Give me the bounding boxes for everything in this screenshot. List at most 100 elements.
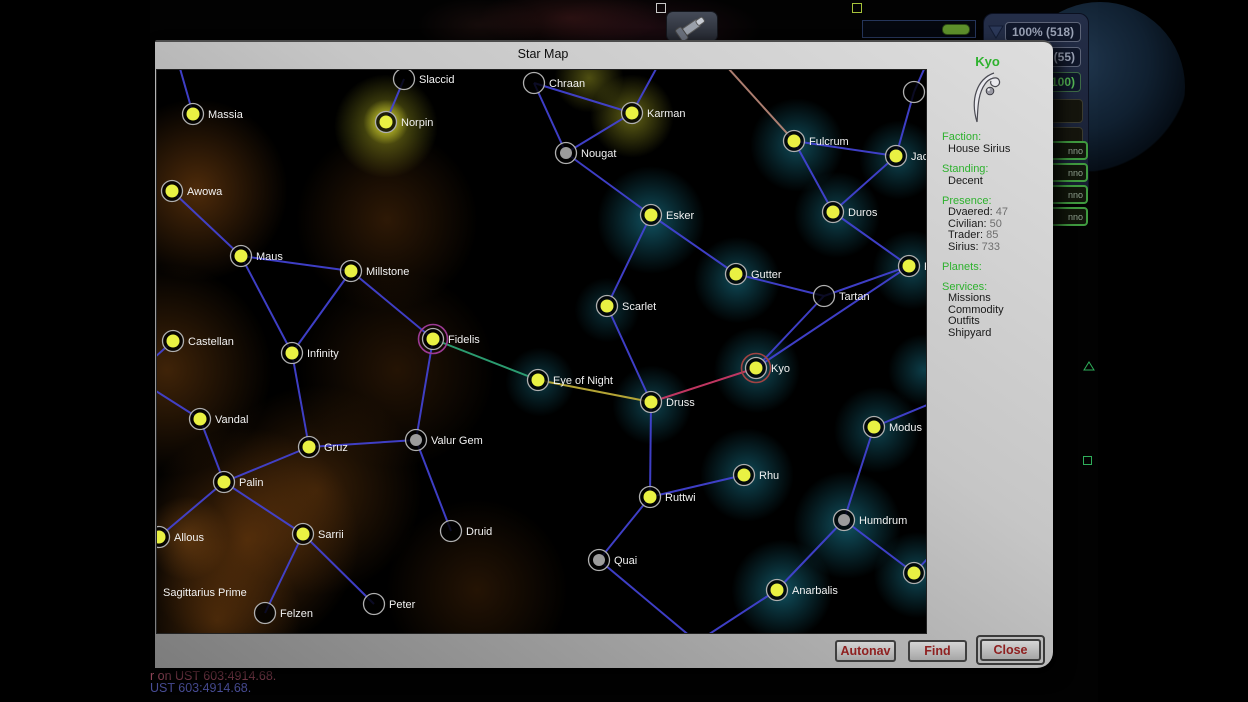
- faction-value: House Sirius: [942, 143, 1047, 155]
- system-rhu[interactable]: Rhu: [734, 465, 780, 486]
- system-label: Slaccid: [419, 74, 454, 86]
- jump-lane: [651, 215, 736, 274]
- find-button[interactable]: Find: [908, 640, 967, 662]
- jump-lane: [224, 482, 303, 534]
- system-star: [410, 434, 422, 446]
- system-quai[interactable]: Quai: [589, 550, 638, 571]
- ship-thumbnail[interactable]: [666, 11, 718, 42]
- star-map-window: Star Map MassiaSlaccidNorpinChraanKarman…: [155, 40, 1053, 668]
- jump-lane: [719, 70, 794, 141]
- system-modus-m[interactable]: Modus M: [864, 417, 927, 438]
- system-star: [194, 413, 207, 426]
- system-druid[interactable]: Druid: [441, 521, 493, 542]
- jump-lane: [607, 306, 651, 402]
- system-ring: [524, 73, 545, 94]
- system-nougat[interactable]: Nougat: [556, 143, 617, 164]
- system-circle-ne[interactable]: [904, 82, 925, 103]
- system-tartan[interactable]: Tartan: [814, 286, 870, 307]
- system-label: Allous: [174, 532, 204, 544]
- jump-lane: [599, 560, 697, 633]
- system-karman[interactable]: Karman: [622, 103, 686, 124]
- system-esker[interactable]: Esker: [641, 205, 695, 226]
- system-gutter[interactable]: Gutter: [726, 264, 782, 285]
- system-gruz[interactable]: Gruz: [299, 437, 348, 458]
- ship-image-icon: [667, 12, 717, 41]
- system-awowa[interactable]: Awowa: [162, 181, 224, 202]
- system-druss[interactable]: Druss: [641, 392, 696, 413]
- system-vandal[interactable]: Vandal: [190, 409, 249, 430]
- system-label: Chraan: [549, 78, 585, 90]
- jump-lane: [566, 153, 651, 215]
- system-slaccid[interactable]: Slaccid: [394, 70, 455, 90]
- jump-lane: [794, 141, 833, 212]
- system-scarlet[interactable]: Scarlet: [597, 296, 657, 317]
- system-duros[interactable]: Duros: [823, 202, 878, 223]
- system-massia[interactable]: Massia: [183, 104, 244, 125]
- system-humdrum[interactable]: Humdrum: [834, 510, 908, 531]
- system-star: [644, 491, 657, 504]
- system-star: [645, 209, 658, 222]
- system-star: [868, 421, 881, 434]
- planets-label: Planets:: [942, 261, 1047, 273]
- system-f[interactable]: F: [899, 256, 927, 277]
- system-ring: [814, 286, 835, 307]
- autonav-button[interactable]: Autonav: [835, 640, 896, 662]
- jump-lane: [534, 83, 566, 153]
- system-valur-gem[interactable]: Valur Gem: [406, 430, 483, 451]
- system-felzen[interactable]: Felzen: [255, 603, 314, 624]
- close-button-focus-frame: Close: [976, 635, 1045, 665]
- system-star: [286, 347, 299, 360]
- jump-lane: [777, 520, 844, 590]
- jump-lane: [650, 402, 651, 497]
- nav-square-icon: [1083, 456, 1092, 465]
- system-label: Gruz: [324, 442, 348, 454]
- system-edge-se[interactable]: [904, 563, 925, 584]
- system-anarbalis[interactable]: Anarbalis: [767, 580, 839, 601]
- square-indicator-icon: [656, 3, 666, 13]
- jump-lane: [844, 427, 874, 520]
- system-label: Scarlet: [622, 301, 656, 313]
- system-palin[interactable]: Palin: [214, 472, 264, 493]
- system-star: [218, 476, 231, 489]
- jump-lane: [566, 113, 632, 153]
- presence-row: Sirius: 733: [942, 242, 1047, 254]
- star-map[interactable]: MassiaSlaccidNorpinChraanKarmanNougatFul…: [156, 69, 927, 634]
- jump-lane: [265, 534, 303, 613]
- system-infinity[interactable]: Infinity: [282, 343, 340, 364]
- system-star: [601, 300, 614, 313]
- jump-lane: [416, 440, 451, 531]
- system-label: Awowa: [187, 186, 223, 198]
- system-label: Sarrii: [318, 529, 344, 541]
- system-castellan[interactable]: Castellan: [163, 331, 234, 352]
- system-label: Karman: [647, 108, 686, 120]
- system-maus[interactable]: Maus: [231, 246, 284, 267]
- system-star: [788, 135, 801, 148]
- system-jac[interactable]: Jac: [886, 146, 927, 167]
- system-kyo[interactable]: Kyo: [742, 354, 790, 383]
- system-label: Druid: [466, 526, 492, 538]
- system-norpin[interactable]: Norpin: [376, 112, 434, 133]
- system-star: [235, 250, 248, 263]
- system-star: [166, 185, 179, 198]
- jump-lane: [697, 590, 777, 633]
- system-ring: [364, 594, 385, 615]
- jump-lane: [241, 256, 292, 353]
- standing-value: Decent: [942, 175, 1047, 187]
- system-allous[interactable]: Allous: [157, 527, 204, 548]
- system-star: [560, 147, 572, 159]
- system-label: Felzen: [280, 608, 313, 620]
- system-millstone[interactable]: Millstone: [341, 261, 410, 282]
- system-peter[interactable]: Peter: [364, 594, 416, 615]
- service-list: MissionsCommodityOutfitsShipyard: [942, 293, 1047, 339]
- close-button[interactable]: Close: [980, 639, 1041, 661]
- system-star: [297, 528, 310, 541]
- system-sarrii[interactable]: Sarrii: [293, 524, 344, 545]
- system-label: Gutter: [751, 269, 782, 281]
- system-chraan[interactable]: Chraan: [524, 73, 586, 94]
- system-eye-of-night[interactable]: Eye of Night: [528, 370, 613, 391]
- shield-icon: [988, 24, 1004, 40]
- system-ruttwi[interactable]: Ruttwi: [640, 487, 696, 508]
- system-label: Valur Gem: [431, 435, 483, 447]
- system-label: Norpin: [401, 117, 433, 129]
- system-fidelis[interactable]: Fidelis: [419, 325, 481, 354]
